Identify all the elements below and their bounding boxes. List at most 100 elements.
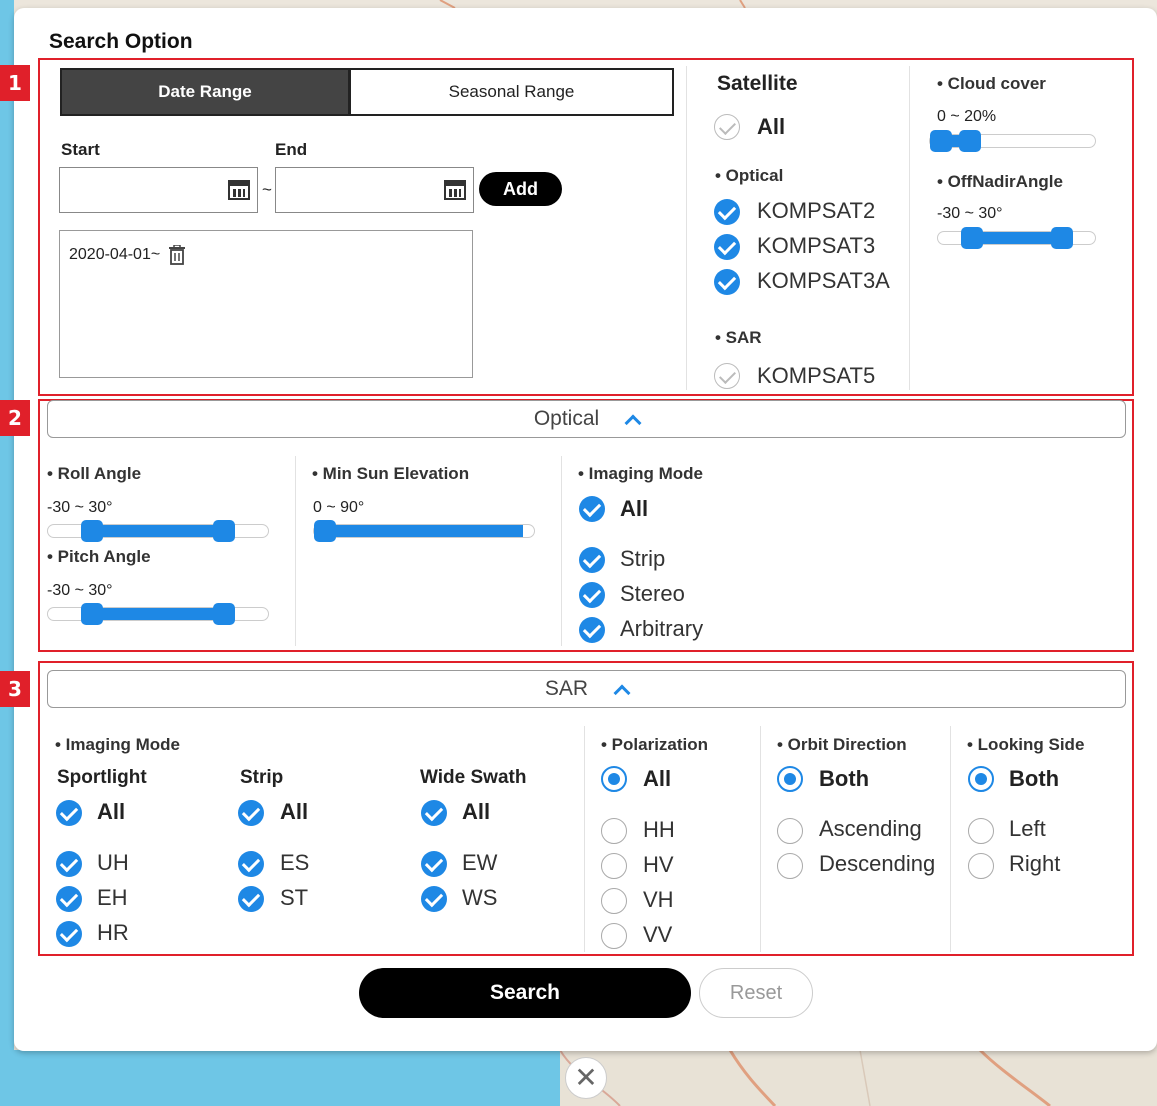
divider (584, 726, 585, 952)
date-range-entry: 2020-04-01~ (69, 245, 186, 265)
strip-checkbox[interactable] (579, 547, 605, 573)
section-badge-2: 2 (0, 400, 30, 436)
tab-date-range[interactable]: Date Range (60, 68, 350, 116)
section-badge-1: 1 (0, 65, 30, 101)
divider (561, 456, 562, 646)
close-icon: ✕ (574, 1062, 598, 1093)
hr-checkbox[interactable] (56, 921, 82, 947)
stereo-label: Stereo (620, 581, 685, 606)
polarization-all-radio[interactable] (601, 766, 627, 792)
calendar-icon[interactable] (444, 180, 466, 200)
vh-radio[interactable] (601, 888, 627, 914)
tab-seasonal-range[interactable]: Seasonal Range (349, 68, 674, 116)
off-nadir-max-handle[interactable] (1050, 227, 1073, 249)
optical-header-label: Optical (533, 407, 600, 430)
orbit-both-radio[interactable] (777, 766, 803, 792)
kompsat3a-checkbox[interactable] (714, 269, 740, 295)
sar-strip-all-label: All (280, 799, 309, 824)
kompsat5-checkbox[interactable] (714, 363, 740, 389)
divider (760, 726, 761, 952)
sun-elevation-range: 0 ~ 90° (313, 499, 365, 516)
roll-angle-title: • Roll Angle (47, 464, 142, 483)
kompsat2-label: KOMPSAT2 (757, 198, 876, 223)
right-radio[interactable] (968, 853, 994, 879)
wide-swath-title: Wide Swath (420, 767, 527, 788)
ascending-label: Ascending (819, 816, 922, 841)
off-nadir-slider[interactable] (937, 227, 1096, 249)
sportlight-all-checkbox[interactable] (56, 800, 82, 826)
hv-label: HV (643, 852, 674, 877)
stereo-checkbox[interactable] (579, 582, 605, 608)
sar-strip-all-checkbox[interactable] (238, 800, 264, 826)
ascending-radio[interactable] (777, 818, 803, 844)
calendar-icon[interactable] (228, 180, 250, 200)
ws-checkbox[interactable] (421, 886, 447, 912)
roll-angle-min-handle[interactable] (81, 520, 103, 542)
arbitrary-checkbox[interactable] (579, 617, 605, 643)
hv-radio[interactable] (601, 853, 627, 879)
pitch-angle-min-handle[interactable] (81, 603, 103, 625)
wide-swath-all-checkbox[interactable] (421, 800, 447, 826)
off-nadir-slider-fill (971, 232, 1062, 244)
satellite-all-checkbox[interactable] (714, 114, 740, 140)
optical-accordion-header[interactable]: Optical (47, 400, 1126, 438)
sun-elevation-slider-fill (325, 525, 523, 537)
sar-group-title: • SAR (715, 328, 762, 347)
sportlight-title: Sportlight (57, 767, 147, 788)
cloud-cover-slider[interactable] (929, 130, 1096, 152)
hr-label: HR (97, 920, 129, 945)
panel-title: Search Option (49, 30, 193, 53)
descending-radio[interactable] (777, 853, 803, 879)
vv-radio[interactable] (601, 923, 627, 949)
ws-label: WS (462, 885, 498, 910)
reset-button[interactable]: Reset (699, 968, 813, 1018)
kompsat5-label: KOMPSAT5 (757, 363, 876, 388)
strip-label: Strip (620, 546, 666, 571)
divider (295, 456, 296, 646)
looking-side-title: • Looking Side (967, 735, 1085, 754)
optical-mode-all-checkbox[interactable] (579, 496, 605, 522)
kompsat3-checkbox[interactable] (714, 234, 740, 260)
chevron-up-icon[interactable] (624, 414, 642, 432)
uh-label: UH (97, 850, 129, 875)
sar-accordion-header[interactable]: SAR (47, 670, 1126, 708)
cloud-cover-title: • Cloud cover (937, 74, 1046, 93)
chevron-up-icon[interactable] (613, 684, 631, 702)
ew-checkbox[interactable] (421, 851, 447, 877)
cloud-cover-min-handle[interactable] (930, 130, 952, 152)
looking-both-radio[interactable] (968, 766, 994, 792)
roll-angle-range: -30 ~ 30° (47, 499, 113, 516)
trash-icon[interactable] (168, 245, 186, 265)
pitch-angle-max-handle[interactable] (213, 603, 235, 625)
uh-checkbox[interactable] (56, 851, 82, 877)
sun-elevation-min-handle[interactable] (314, 520, 336, 542)
satellite-title: Satellite (717, 72, 798, 95)
wide-swath-all-label: All (462, 799, 491, 824)
hh-radio[interactable] (601, 818, 627, 844)
eh-label: EH (97, 885, 128, 910)
pitch-angle-title: • Pitch Angle (47, 547, 151, 566)
end-date-field[interactable] (275, 167, 474, 213)
left-radio[interactable] (968, 818, 994, 844)
roll-angle-slider[interactable] (47, 520, 269, 542)
kompsat2-checkbox[interactable] (714, 199, 740, 225)
cloud-cover-max-handle[interactable] (958, 130, 981, 152)
pitch-angle-slider[interactable] (47, 603, 269, 625)
off-nadir-min-handle[interactable] (960, 227, 983, 249)
pitch-angle-slider-fill (92, 608, 224, 620)
sun-elevation-title: • Min Sun Elevation (312, 464, 470, 483)
divider (686, 66, 687, 390)
close-panel-button[interactable]: ✕ (565, 1057, 607, 1099)
roll-angle-max-handle[interactable] (213, 520, 235, 542)
sun-elevation-slider[interactable] (313, 520, 535, 542)
eh-checkbox[interactable] (56, 886, 82, 912)
start-date-field[interactable] (59, 167, 258, 213)
search-button[interactable]: Search (359, 968, 691, 1018)
satellite-all-label: All (757, 114, 786, 139)
sar-strip-title: Strip (240, 767, 284, 788)
sar-header-label: SAR (544, 677, 589, 700)
add-date-button[interactable]: Add (479, 172, 562, 206)
es-checkbox[interactable] (238, 851, 264, 877)
st-checkbox[interactable] (238, 886, 264, 912)
pitch-angle-range: -30 ~ 30° (47, 582, 113, 599)
